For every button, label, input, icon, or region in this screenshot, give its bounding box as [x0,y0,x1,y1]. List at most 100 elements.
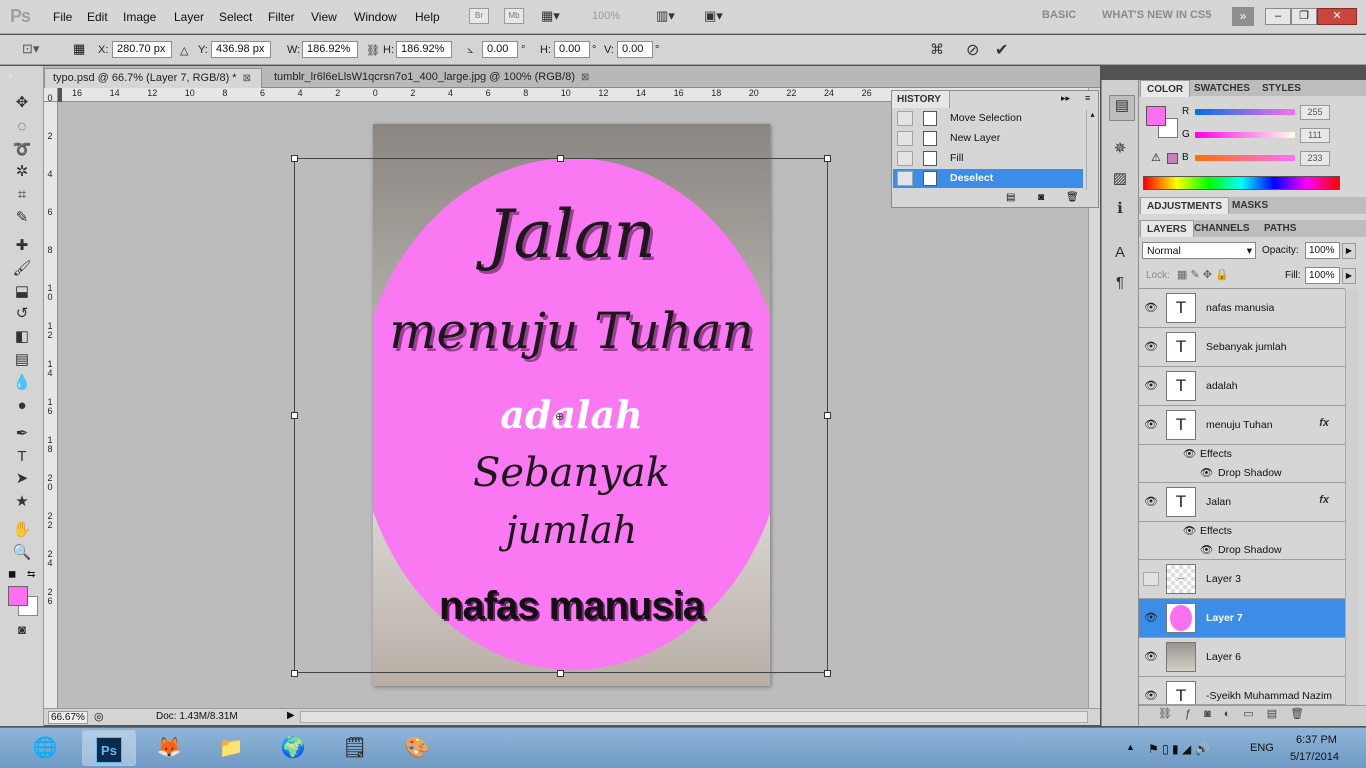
hand-tool-icon[interactable]: ✋ [10,520,34,540]
visibility-toggle-off[interactable] [1143,572,1159,586]
language-indicator[interactable]: ENG [1250,742,1274,754]
file-explorer-taskbar-icon[interactable]: 📁 [204,730,258,766]
close-tab-icon[interactable]: ⊠ [243,73,251,84]
crop-tool-icon[interactable]: ⌗ [10,185,34,205]
history-state[interactable]: Fill [893,149,1083,168]
history-state[interactable]: New Layer [893,129,1083,148]
blend-mode-dropdown[interactable]: Normal ▾ [1142,242,1256,259]
layer-row[interactable]: 👁 Layer 6 [1139,638,1345,677]
opacity-arrow-icon[interactable]: ▶ [1342,243,1356,259]
transform-handle[interactable] [557,155,564,162]
move-tool-icon[interactable]: ✥ [10,93,34,113]
fill-arrow-icon[interactable]: ▶ [1342,268,1356,284]
history-snapshot-toggle[interactable] [897,111,913,126]
history-snapshot-toggle[interactable] [897,151,913,166]
screen-mode-icon[interactable]: ▣▾ [704,8,723,24]
menu-image[interactable]: Image [123,10,156,24]
transform-handle[interactable] [557,670,564,677]
visibility-eye-icon[interactable]: 👁 [1200,543,1213,556]
transform-handle[interactable] [824,670,831,677]
eraser-tool-icon[interactable]: ◧ [10,327,34,347]
layer-row[interactable]: 👁 T Sebanyak jumlah [1139,328,1345,367]
transform-handle[interactable] [824,412,831,419]
tab-layers[interactable]: LAYERS [1140,220,1194,237]
shape-tool-icon[interactable]: ★ [10,492,34,512]
history-state[interactable]: Move Selection [893,109,1083,128]
layers-footer-icons[interactable]: ⛓ƒ◙◐▭▤🗑 [1158,707,1317,720]
quick-mask-icon[interactable]: ◙ [10,620,34,640]
layer-row[interactable]: 👁 Tadalah [1139,367,1345,406]
clock-date[interactable]: 5/17/2014 [1290,751,1339,763]
link-icon[interactable]: ⛓ [366,44,380,57]
blue-value[interactable]: 233 [1300,151,1330,166]
menu-file[interactable]: File [53,10,72,24]
x-position-field[interactable]: 280.70 px [112,41,172,58]
visibility-eye-icon[interactable]: 👁 [1143,689,1159,703]
close-button[interactable]: ✕ [1317,8,1357,25]
type-tool-icon[interactable]: T [10,447,34,467]
workspace-basic[interactable]: BASIC [1042,9,1076,21]
eyedropper-tool-icon[interactable]: ✎ [10,208,34,228]
commit-transform-icon[interactable]: ✔ [995,40,1008,60]
healing-brush-tool-icon[interactable]: ✚ [10,236,34,256]
histogram-icon[interactable]: ▨ [1109,169,1131,189]
restore-button[interactable]: ❐ [1291,8,1317,25]
reference-point-icon[interactable]: ▦ [73,41,85,57]
visibility-eye-icon[interactable]: 👁 [1143,650,1159,664]
fill-field[interactable]: 100% [1305,267,1340,284]
blue-slider[interactable] [1195,155,1295,161]
y-position-field[interactable]: 436.98 px [211,41,271,58]
mini-bridge-icon[interactable]: Mb [504,8,524,24]
tab-color[interactable]: COLOR [1140,80,1191,97]
drop-shadow-row[interactable]: 👁 Drop Shadow [1139,541,1345,560]
dodge-tool-icon[interactable]: ● [10,396,34,416]
angle-field[interactable]: 0.00 [482,41,518,58]
tab-typo-psd[interactable]: typo.psd @ 66.7% (Layer 7, RGB/8) * ⊠ [44,68,262,88]
menu-window[interactable]: Window [354,10,397,24]
tab-paths[interactable]: PATHS [1258,220,1302,237]
visibility-eye-icon[interactable]: 👁 [1200,466,1213,479]
history-panel-icon[interactable]: ▤ [1109,95,1135,121]
opacity-field[interactable]: 100% [1305,242,1340,259]
panel-collapse-icon[interactable]: ▸▸ [1061,93,1070,104]
tab-tumblr-jpg[interactable]: tumblr_lr6l6eLlsW1qcrsn7o1_400_large.jpg… [266,68,610,88]
effects-row[interactable]: 👁 Effects [1139,445,1345,464]
tab-masks[interactable]: MASKS [1226,197,1274,214]
foreground-color-swatch[interactable] [8,586,28,606]
transform-handle[interactable] [291,670,298,677]
workspace-whats-new[interactable]: WHAT'S NEW IN CS5 [1102,9,1211,21]
close-tab-icon[interactable]: ⊠ [581,72,589,83]
menu-edit[interactable]: Edit [87,10,108,24]
history-tab[interactable]: HISTORY [892,91,950,108]
green-slider[interactable] [1195,132,1295,138]
history-scrollbar[interactable]: ▴ [1086,110,1098,190]
view-extras-icon[interactable]: ▦▾ [541,8,571,24]
history-snapshot-toggle[interactable] [897,171,913,186]
horizontal-scrollbar[interactable] [300,711,1088,723]
tray-status-icons[interactable]: ⚑ ▯ ▮ ◢ 🔊 [1148,742,1209,756]
visibility-eye-icon[interactable]: 👁 [1143,301,1159,315]
warp-mode-icon[interactable]: ⌘ [930,41,944,58]
visibility-eye-icon[interactable]: 👁 [1143,379,1159,393]
tray-expand-icon[interactable]: ▲ [1126,742,1135,752]
visibility-eye-icon[interactable]: 👁 [1143,495,1159,509]
fx-icon[interactable]: fx [1319,417,1329,429]
v-skew-field[interactable]: 0.00 [617,41,653,58]
more-workspaces-button[interactable]: » [1232,7,1254,26]
warning-icon[interactable]: ⚠ [1151,151,1161,164]
marquee-tool-icon[interactable]: ◌ [10,117,34,137]
visibility-eye-icon[interactable]: 👁 [1143,418,1159,432]
tab-adjustments[interactable]: ADJUSTMENTS [1140,197,1230,214]
layer-row[interactable]: 👁 Tmenuju Tuhan fx [1139,406,1345,445]
paint-taskbar-icon[interactable]: 🎨 [390,730,444,766]
effects-row[interactable]: 👁 Effects [1139,522,1345,541]
chrome-taskbar-icon[interactable]: 🌐 [18,730,72,766]
layer-row[interactable]: 👁 Tnafas manusia [1139,289,1345,328]
swap-colors-icon[interactable]: ⇆ [27,569,35,580]
new-document-from-state-icon[interactable]: ▤ [1006,192,1015,203]
status-menu-arrow-icon[interactable]: ▶ [287,710,295,721]
gamut-swatch[interactable] [1167,153,1178,164]
transform-handle[interactable] [291,412,298,419]
clone-stamp-tool-icon[interactable]: ⬓ [10,282,34,302]
tab-swatches[interactable]: SWATCHES [1188,80,1256,97]
